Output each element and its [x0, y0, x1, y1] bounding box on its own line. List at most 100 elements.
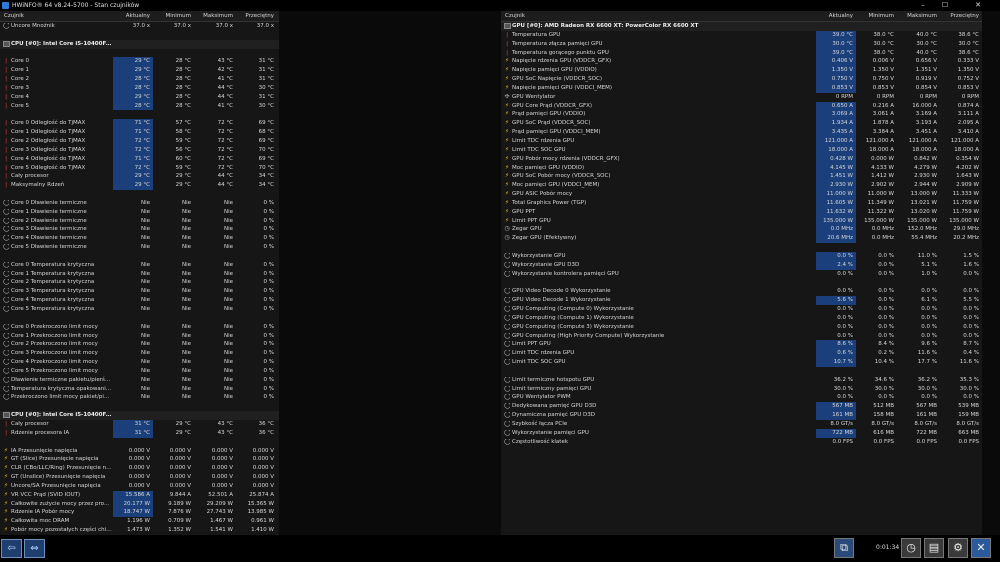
table-row[interactable]: ◯ Wykorzystanie GPU 0.0 % 0.0 % 11.0 % 1.5 %	[501, 251, 982, 261]
table-row[interactable]: ⚡ Napięcie pamięci GPU (VDDIO) 1.350 V 1.35…	[501, 66, 982, 76]
report-icon[interactable]: ▤	[924, 538, 944, 558]
table-row[interactable]: ◯ Limit PPT GPU 8.6 % 8.4 % 9.6 % 8.7 %	[501, 340, 982, 350]
table-row[interactable]: ⚡ Pobór mocy pozostałych części chipa 1.47…	[0, 526, 279, 535]
table-row[interactable]: ◯ Dedykowana pamięć GPU D3D 567 MB 512 MB 56…	[501, 402, 982, 412]
table-row[interactable]: ◯ GPU Video Decode 1 Wykorzystanie 5.6 % 0.…	[501, 296, 982, 305]
table-row[interactable]: ◯ Szybkość łącza PCIe 8.0 GT/s 8.0 GT/s 8.0 …	[501, 420, 982, 429]
table-row[interactable]: ⚡ Uncore/SA Przesunięcie napięcia 0.000 V0…	[0, 482, 279, 491]
table-row[interactable]: ◯ Wykorzystanie kontrolera pamięci GPU 0.0…	[501, 270, 982, 279]
table-row[interactable]: ⚡ Total Graphics Power (TGP) 11.605 W 11.34…	[501, 198, 982, 208]
table-row[interactable]: ◯ Core 5 Dławienie termiczne Nie Nie Nie 0 %	[0, 243, 279, 252]
table-row[interactable]: ◯ GPU Computing (Compute 0) Wykorzystanie…	[501, 305, 982, 314]
table-row[interactable]: ⚡ Całkowite zużycie mocy przez procesor 20…	[0, 499, 279, 509]
left-sensor-table[interactable]: Czujnik Aktualny Minimum Maksimum Przeci…	[0, 11, 279, 535]
table-row[interactable]: ◯ Limit termiczny pamięci GPU 30.0 % 30.0 %…	[501, 385, 982, 394]
table-row[interactable]: ⚡ Limit TDC SOC GPU 18.000 A 18.000 A 18.000…	[501, 145, 982, 155]
table-row[interactable]: ◯ Core 3 Dławienie termiczne Nie Nie Nie 0 %	[0, 225, 279, 234]
table-row[interactable]: ◯ Limit TDC rdzenia GPU 0.6 % 0.2 % 11.6 % 0.…	[501, 349, 982, 359]
col-avg[interactable]: Przeciętny	[236, 11, 277, 22]
table-row[interactable]: ⚡ Limit PPT GPU 135.000 W 135.000 W 135.000 …	[501, 216, 982, 226]
table-row[interactable]: ◯ Core 0 Przekroczono limit mocy Nie Nie Nie…	[0, 323, 279, 332]
table-row[interactable]: ◯ Core 2 Dławienie termiczne Nie Nie Nie 0 %	[0, 217, 279, 226]
col-avg[interactable]: Przeciętny	[940, 11, 982, 22]
table-row[interactable]: ◯ Core 3 Przekroczono limit mocy Nie Nie Nie…	[0, 349, 279, 358]
table-row[interactable]: ❘ Temperatura gorącego punktu GPU 39.0 °C 3…	[501, 48, 982, 58]
table-row[interactable]: ◯Przekroczono limit mocy pakiet/pierście…	[0, 393, 279, 402]
col-max[interactable]: Maksimum	[897, 11, 940, 22]
table-row[interactable]: ⚡ GT (Unslice) Przesunięcie napięcia 0.000…	[0, 473, 279, 482]
vertical-scrollbar[interactable]	[982, 11, 1000, 535]
table-row[interactable]: ⚡ Moc pamięci GPU (VDDCI_MEM) 2.930 W 2.902…	[501, 181, 982, 191]
table-row[interactable]: ◯ Core 2 Temperatura krytyczna Nie Nie Nie 0 …	[0, 278, 279, 287]
table-row[interactable]: ◯ Core 2 Przekroczono limit mocy Nie Nie Nie…	[0, 340, 279, 349]
col-min[interactable]: Minimum	[153, 11, 194, 22]
col-max[interactable]: Maksimum	[194, 11, 236, 22]
table-row[interactable]: ⚡ IA Przesunięcie napięcia 0.000 V 0.000 V0…	[0, 447, 279, 456]
table-row[interactable]: ⚡ GPU SoC Pobór mocy (VDDCR_SOC) 1.451 W 1.…	[501, 172, 982, 182]
table-row[interactable]: ◯ Dławienie termiczne pakietu/pierścienia…	[0, 376, 279, 385]
table-row[interactable]: ⚡ GT (Slice) Przesunięcie napięcia 0.000 V…	[0, 455, 279, 464]
sensor-group-header[interactable]: GPU [#0]: AMD Radeon RX 6600 XT: PowerCo…	[501, 22, 982, 31]
back-arrow-icon[interactable]: ⇦	[1, 539, 22, 558]
table-row[interactable]: ⚡ GPU SoC Prąd (VDDCR_SOC) 1.934 A 1.878 A3…	[501, 119, 982, 129]
table-row[interactable]: ◯ Wykorzystanie GPU D3D 2.4 % 0.0 % 5.1 % 1.6…	[501, 260, 982, 270]
sensor-group-header[interactable]: CPU [#0]: Intel Core i5-10400F: DTS	[0, 39, 279, 49]
close-sensors-icon[interactable]: ✕	[971, 538, 991, 558]
table-row[interactable]: ⚡ CLR (CBo/LLC/Ring) Przesunięcie nap... 0…	[0, 464, 279, 473]
table-row[interactable]: ❘ Core 5 28 °C 28 °C 41 °C 30 °C	[0, 101, 279, 111]
table-row[interactable]: ❘ Core 0 29 °C 28 °C 43 °C 31 °C	[0, 57, 279, 67]
table-row[interactable]: ❘ Maksymalny Rdzeń 29 °C 29 °C 44 °C 34 °C	[0, 181, 279, 191]
table-row[interactable]: ❘ Cały procesor 31 °C 29 °C 43 °C 36 °C	[0, 419, 279, 429]
table-row[interactable]: ❘ Temperatura GPU 39.0 °C 38.0 °C 40.0 °C 38.…	[501, 30, 982, 40]
table-row[interactable]: ⚡ GPU Core Prąd (VDDCR_GFX) 0.650 A 0.216 A…	[501, 101, 982, 111]
settings-gear-icon[interactable]: ⚙	[948, 538, 968, 558]
col-sensor[interactable]: Czujnik	[4, 11, 104, 22]
table-row[interactable]: ◯ Uncore Mnożnik 37.0 x 37.0 x 37.0 x 37.0 x	[0, 22, 279, 31]
table-row[interactable]: ⚡ Limit TDC rdzenia GPU 121.000 A 121.000 A…	[501, 136, 982, 146]
table-row[interactable]: ⚡ GPU Pobór mocy rdzenia (VDDCR_GFX) 0.428…	[501, 154, 982, 164]
table-row[interactable]: ◯ Core 0 Dławienie termiczne Nie Nie Nie 0 %	[0, 199, 279, 208]
table-row[interactable]: ⚡ Napięcie rdzenia GPU (VDDCR_GFX) 0.406 V…	[501, 57, 982, 67]
table-row[interactable]: ⚡ GPU ASIC Pobór mocy 11.000 W 11.000 W 13.0…	[501, 190, 982, 199]
table-row[interactable]: ◯ Core 4 Temperatura krytyczna Nie Nie Nie 0 …	[0, 296, 279, 305]
table-row[interactable]: ⚡ Rdzenie IA Pobór mocy 18.747 W 7.876 W 27.…	[0, 508, 279, 518]
table-row[interactable]: ◯ Core 4 Przekroczono limit mocy Nie Nie Nie…	[0, 358, 279, 367]
table-row[interactable]: ❘ Core 3 28 °C 28 °C 44 °C 30 °C	[0, 83, 279, 93]
table-row[interactable]: ❘ Rdzenie procesora IA 31 °C 29 °C 43 °C 36 °…	[0, 428, 279, 438]
table-row[interactable]: ◯ Wykorzystanie pamięci GPU 722 MB 616 MB 72…	[501, 428, 982, 438]
table-row[interactable]: ◷ Zegar GPU 0.0 MHz 0.0 MHz 152.0 MHz 29.0 MH…	[501, 225, 982, 235]
table-row[interactable]: ❘ Cały procesor 29 °C 29 °C 44 °C 34 °C	[0, 172, 279, 182]
table-row[interactable]: ⚡ Całkowita moc DRAM 1.196 W 0.709 W 1.467 W…	[0, 517, 279, 526]
right-sensor-table[interactable]: Czujnik Aktualny Minimum Maksimum Przeci…	[501, 11, 982, 535]
col-min[interactable]: Minimum	[856, 11, 897, 22]
close-button[interactable]: ✕	[956, 0, 1000, 11]
table-row[interactable]: ⚡ Prąd pamięci GPU (VDDCI_MEM) 3.435 A 3.38…	[501, 128, 982, 137]
table-row[interactable]: ◯ Limit termiczne hotspotu GPU 36.2 % 34.6 …	[501, 376, 982, 385]
network-icon[interactable]: ⧉	[834, 538, 854, 558]
table-row[interactable]: ◷ Zegar GPU (Efektywny) 20.6 MHz 0.0 MHz 55.…	[501, 234, 982, 244]
table-row[interactable]: ⚡ Moc pamięci GPU (VDDIO) 4.145 W 4.133 W 4.…	[501, 163, 982, 173]
table-row[interactable]: ❘ Core 4 29 °C 28 °C 44 °C 31 °C	[0, 92, 279, 102]
table-row[interactable]: ◯ Core 1 Przekroczono limit mocy Nie Nie Nie…	[0, 332, 279, 341]
table-row[interactable]: ◯ Temperatura krytyczna opakowania/... Nie…	[0, 385, 279, 394]
table-row[interactable]: ⚡ Napięcie pamięci GPU (VDDCI_MEM) 0.853 V…	[501, 83, 982, 93]
table-row[interactable]: ❘ Core 2 28 °C 28 °C 41 °C 31 °C	[0, 75, 279, 84]
table-row[interactable]: ◯ GPU Computing (High Priority Compute) W…	[501, 332, 982, 341]
table-row[interactable]: ❘ Core 1 29 °C 28 °C 42 °C 31 °C	[0, 66, 279, 76]
table-row[interactable]: ⚡ VR VCC Prąd (SVID IOUT) 15.586 A 9.844 A5…	[0, 490, 279, 500]
clock-icon[interactable]: ◷	[901, 538, 921, 558]
table-row[interactable]: ◯ GPU Video Decode 0 Wykorzystanie 0.0 % 0.…	[501, 287, 982, 296]
col-current[interactable]: Aktualny	[816, 11, 856, 22]
minimize-button[interactable]: –	[912, 0, 934, 11]
table-row[interactable]: ⚡ GPU PPT 11.632 W 11.322 W 13.020 W 11.759 W	[501, 207, 982, 217]
table-row[interactable]: ❘ Core 1 Odległość do TjMAX 71 °C 58 °C 72 °…	[0, 128, 279, 137]
table-row[interactable]: ◯ GPU Computing (Compute 1) Wykorzystanie…	[501, 314, 982, 323]
table-row[interactable]: ◯ Limit TDC SOC GPU 10.7 % 10.4 % 17.7 % 11.6…	[501, 358, 982, 367]
table-row[interactable]: ◯ Dynamiczna pamięć GPU D3D 161 MB 158 MB 16…	[501, 411, 982, 420]
table-row[interactable]: ◯ Core 5 Temperatura krytyczna Nie Nie Nie 0 …	[0, 305, 279, 314]
table-row[interactable]: ◯ Core 1 Dławienie termiczne Nie Nie Nie 0 %	[0, 208, 279, 217]
table-row[interactable]: ◯ GPU Wentylator PWM 0.0 % 0.0 % 0.0 % 0.0 %	[501, 393, 982, 402]
table-row[interactable]: ✣ GPU Wentylator 0 RPM 0 RPM 0 RPM 0 RPM	[501, 93, 982, 102]
table-row[interactable]: ❘ Core 4 Odległość do TjMAX 71 °C 60 °C 72 °…	[0, 154, 279, 164]
swap-arrows-icon[interactable]: ⇔	[24, 539, 45, 558]
